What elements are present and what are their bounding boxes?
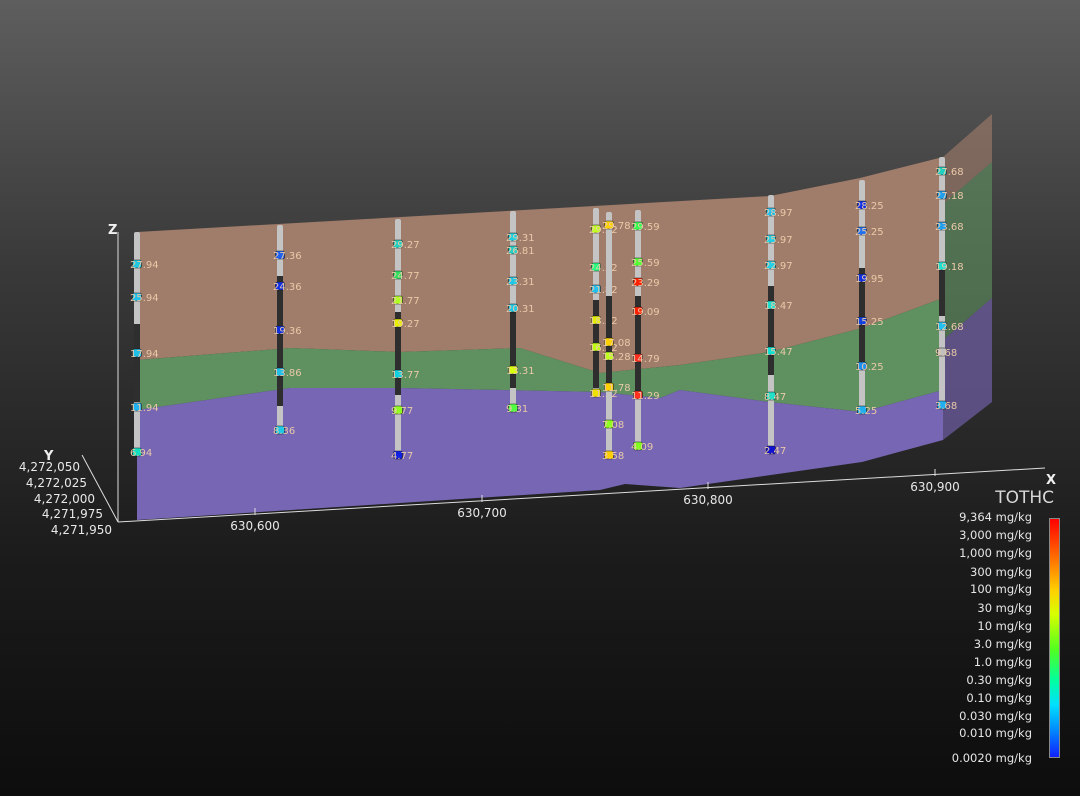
sample-depth-label: 17.08 bbox=[602, 338, 631, 349]
x-tick-label: 630,600 bbox=[230, 519, 280, 533]
sample-depth-label: 4.77 bbox=[391, 451, 413, 462]
sample-depth-label: 13.86 bbox=[273, 368, 302, 379]
sample-depth-label: 29.78 bbox=[602, 221, 631, 232]
legend-item: 9,364 mg/kg bbox=[959, 510, 1032, 524]
sample-depth-label: 14.79 bbox=[631, 354, 660, 365]
sample-depth-label: 23.29 bbox=[631, 278, 660, 289]
sample-depth-label: 24.32 bbox=[589, 263, 618, 274]
sample-depth-label: 20.31 bbox=[506, 304, 535, 315]
sample-depth-label: 27.36 bbox=[273, 251, 302, 262]
sample-depth-label: 8.47 bbox=[764, 392, 786, 403]
sample-depth-label: 21.82 bbox=[589, 285, 618, 296]
sample-depth-label: 4.09 bbox=[631, 442, 653, 453]
legend-item: 3.0 mg/kg bbox=[973, 637, 1032, 651]
x-tick-label: 630,700 bbox=[457, 506, 507, 520]
sample-depth-label: 11.29 bbox=[631, 391, 660, 402]
legend-item: 1,000 mg/kg bbox=[959, 546, 1032, 560]
legend-item: 3,000 mg/kg bbox=[959, 528, 1032, 542]
sample-depth-label: 21.77 bbox=[391, 296, 420, 307]
legend-item: 0.30 mg/kg bbox=[966, 673, 1032, 687]
sample-depth-label: 15.28 bbox=[602, 352, 631, 363]
sample-depth-label: 7.08 bbox=[602, 420, 624, 431]
sample-depth-label: 27.68 bbox=[935, 167, 964, 178]
sample-depth-label: 17.94 bbox=[130, 349, 159, 360]
sample-depth-label: 29.27 bbox=[391, 240, 420, 251]
sample-depth-label: 23.31 bbox=[506, 277, 535, 288]
y-tick-label: 4,271,975 bbox=[42, 507, 103, 521]
y-tick-label: 4,271,950 bbox=[51, 523, 112, 537]
sample-depth-label: 18.32 bbox=[589, 316, 618, 327]
z-axis-label: Z bbox=[108, 223, 117, 238]
x-axis-label: X bbox=[1046, 473, 1056, 488]
sample-depth-label: 28.97 bbox=[764, 208, 793, 219]
sample-depth-label: 11.94 bbox=[130, 403, 159, 414]
sample-depth-label: 5.25 bbox=[855, 406, 877, 417]
screen-interval bbox=[277, 276, 283, 406]
sample-depth-label: 28.25 bbox=[855, 201, 884, 212]
sample-depth-label: 15.25 bbox=[855, 317, 884, 328]
legend-item: 0.010 mg/kg bbox=[959, 726, 1032, 740]
legend-color-bar bbox=[1049, 518, 1060, 758]
sample-depth-label: 25.59 bbox=[631, 258, 660, 269]
sample-depth-label: 2.47 bbox=[764, 446, 786, 457]
sample-depth-label: 19.36 bbox=[273, 326, 302, 337]
sample-depth-label: 19.95 bbox=[855, 274, 884, 285]
y-tick-label: 4,272,025 bbox=[26, 476, 87, 490]
legend-item: 300 mg/kg bbox=[970, 565, 1032, 579]
screen-interval bbox=[134, 324, 140, 402]
screen-interval bbox=[768, 286, 774, 375]
legend-item: 0.10 mg/kg bbox=[966, 691, 1032, 705]
sample-depth-label: 25.94 bbox=[130, 293, 159, 304]
sample-depth-label: 29.59 bbox=[631, 222, 660, 233]
legend-item: 30 mg/kg bbox=[977, 601, 1032, 615]
legend-item: 10 mg/kg bbox=[977, 619, 1032, 633]
legend: TOTHC 9,364 mg/kg 3,000 mg/kg 1,000 mg/kg 3… bbox=[950, 488, 1070, 778]
legend-item: 0.0020 mg/kg bbox=[951, 751, 1032, 765]
lower-layer-surface bbox=[137, 388, 943, 520]
sample-depth-label: 10.25 bbox=[855, 362, 884, 373]
sample-depth-label: 8.36 bbox=[273, 426, 295, 437]
sample-depth-label: 19.27 bbox=[391, 319, 420, 330]
sample-depth-label: 13.31 bbox=[506, 366, 535, 377]
legend-item: 1.0 mg/kg bbox=[973, 655, 1032, 669]
y-tick-label: 4,272,000 bbox=[34, 492, 95, 506]
sample-depth-label: 11.78 bbox=[602, 383, 631, 394]
sample-depth-label: 23.68 bbox=[935, 222, 964, 233]
sample-depth-label: 27.94 bbox=[130, 260, 159, 271]
sample-depth-label: 24.77 bbox=[391, 271, 420, 282]
y-tick-label: 4,272,050 bbox=[19, 460, 80, 474]
x-tick-label: 630,800 bbox=[683, 493, 733, 507]
legend-title: TOTHC bbox=[995, 488, 1054, 508]
sample-depth-label: 27.18 bbox=[935, 191, 964, 202]
sample-depth-label: 9.77 bbox=[391, 406, 413, 417]
sample-depth-label: 19.09 bbox=[631, 307, 660, 318]
legend-item: 100 mg/kg bbox=[970, 582, 1032, 596]
sample-depth-label: 15.47 bbox=[764, 347, 793, 358]
sample-depth-label: 12.68 bbox=[935, 322, 964, 333]
sample-depth-label: 6.94 bbox=[130, 448, 152, 459]
sample-depth-label: 19.18 bbox=[935, 262, 964, 273]
sample-depth-label: 18.47 bbox=[764, 301, 793, 312]
cross-section-view[interactable]: Z X Y 630,600630,700630,800630,900 4,272… bbox=[0, 0, 1080, 796]
legend-item: 0.030 mg/kg bbox=[959, 709, 1032, 723]
sample-depth-label: 9.68 bbox=[935, 348, 957, 359]
sample-depth-label: 9.31 bbox=[506, 404, 528, 415]
sample-depth-label: 25.25 bbox=[855, 227, 884, 238]
sample-depth-label: 22.97 bbox=[764, 261, 793, 272]
sample-depth-label: 13.77 bbox=[391, 370, 420, 381]
sample-depth-label: 29.31 bbox=[506, 233, 535, 244]
sample-depth-label: 24.36 bbox=[273, 282, 302, 293]
sample-depth-label: 25.97 bbox=[764, 235, 793, 246]
sample-depth-label: 3.58 bbox=[602, 451, 624, 462]
sample-depth-label: 26.81 bbox=[506, 246, 535, 257]
sample-depth-label: 3.68 bbox=[935, 401, 957, 412]
